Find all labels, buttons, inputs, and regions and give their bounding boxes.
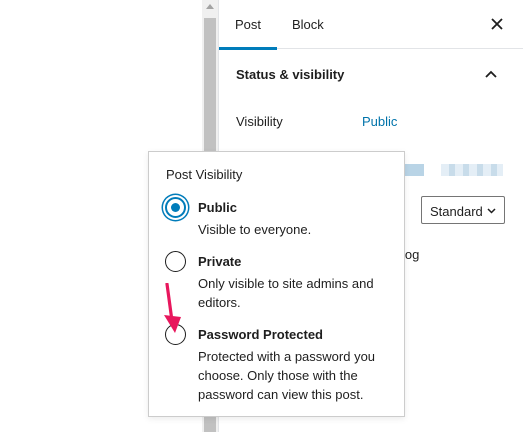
radio-private[interactable] <box>165 251 186 272</box>
sidebar-tabs: Post Block <box>219 0 523 50</box>
chevron-down-icon <box>487 208 496 214</box>
popover-title: Post Visibility <box>166 167 243 182</box>
template-select-value: Standard <box>430 204 483 219</box>
option-description: Only visible to site admins and editors. <box>198 276 374 310</box>
arrow-pointer-icon <box>164 283 181 333</box>
option-description: Protected with a password you choose. On… <box>198 349 376 402</box>
tab-post[interactable]: Post <box>219 0 278 50</box>
scroll-up-icon[interactable] <box>206 4 214 9</box>
tab-block[interactable]: Block <box>276 0 340 49</box>
obscured-value <box>441 164 503 176</box>
visibility-label: Visibility <box>236 114 283 129</box>
template-select[interactable]: Standard <box>421 196 505 224</box>
option-label: Password Protected <box>198 327 323 342</box>
panel-title: Status & visibility <box>236 67 345 82</box>
status-visibility-panel-toggle[interactable]: Status & visibility <box>219 50 523 100</box>
option-label: Public <box>198 200 238 215</box>
radio-public[interactable] <box>165 197 186 218</box>
post-visibility-popover: Post Visibility Public Visible to everyo… <box>148 151 405 417</box>
option-label: Private <box>198 254 242 269</box>
option-description: Visible to everyone. <box>198 222 312 237</box>
chevron-up-icon <box>485 70 497 78</box>
close-icon[interactable] <box>487 14 507 34</box>
visibility-toggle-link[interactable]: Public <box>362 114 397 129</box>
